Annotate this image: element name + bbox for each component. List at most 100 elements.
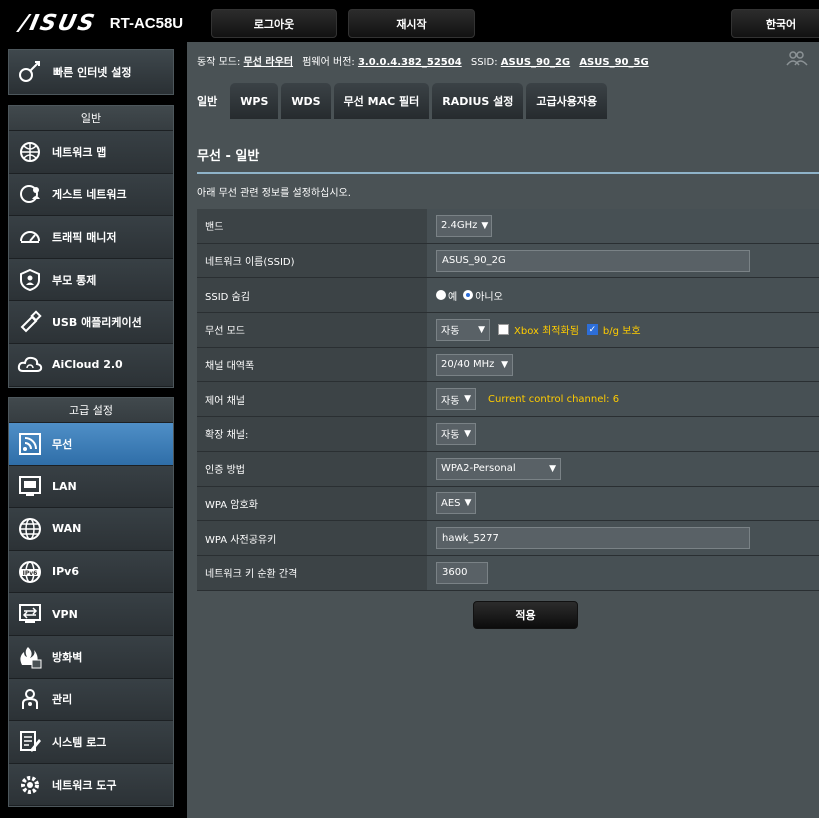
form-row-auth-method: 인증 방법 WPA2-Personal ▼: [197, 451, 819, 487]
sidebar-item-vpn[interactable]: VPN: [9, 593, 173, 636]
sidebar-item-guest-network[interactable]: 게스트 네트워크: [9, 173, 173, 217]
auth-method-value: WPA2-Personal: [441, 463, 516, 475]
usb-application-icon: [17, 309, 43, 335]
tab-radius[interactable]: RADIUS 설정: [432, 83, 524, 119]
extension-channel-value: 자동: [441, 430, 460, 442]
wpa-psk-input[interactable]: hawk_5277: [436, 527, 750, 550]
sidebar-item-aicloud[interactable]: AiCloud 2.0: [9, 343, 173, 387]
sidebar-item-network-tools[interactable]: 네트워크 도구: [9, 763, 173, 807]
xbox-label: Xbox 최적화됨: [514, 326, 579, 338]
auth-method-select[interactable]: WPA2-Personal ▼: [436, 457, 561, 480]
vpn-icon: [17, 601, 43, 627]
mode-value-link[interactable]: 무선 라우터: [244, 57, 293, 68]
control-channel-select[interactable]: 자동 ▼: [436, 388, 476, 411]
quick-setup-icon: [17, 58, 43, 87]
key-rotation-input[interactable]: 3600: [436, 561, 488, 584]
form-row-control-channel: 제어 채널 자동 ▼ Current control channel: 6: [197, 382, 819, 418]
sidebar-item-traffic-manager[interactable]: 트래픽 매니저: [9, 216, 173, 259]
tab-bar: 일반 WPS WDS 무선 MAC 필터 RADIUS 설정 고급사용자용: [187, 83, 610, 119]
logout-button[interactable]: 로그아웃: [211, 9, 337, 38]
xbox-optimized-checkbox[interactable]: Xbox 최적화됨: [498, 322, 579, 337]
bandwidth-label: 채널 대역폭: [197, 347, 427, 382]
sidebar-item-label: 게스트 네트워크: [52, 188, 127, 202]
bandwidth-value: 20/40 MHz: [441, 359, 495, 371]
sidebar-item-firewall[interactable]: 방화벽: [9, 635, 173, 679]
brand-logo: /ISUS RT-AC58U: [17, 11, 183, 36]
aicloud-icon: [17, 352, 43, 378]
ssid-input[interactable]: ASUS_90_2G: [436, 249, 750, 272]
sidebar-item-label: IPv6: [52, 565, 79, 579]
firmware-value-link[interactable]: 3.0.0.4.382_52504: [358, 57, 462, 68]
ssid-field-label: 네트워크 이름(SSID): [197, 243, 427, 278]
ssid-2g-link[interactable]: ASUS_90_2G: [501, 57, 570, 68]
lan-icon: [17, 473, 43, 499]
extension-channel-select[interactable]: 자동 ▼: [436, 422, 476, 445]
hide-ssid-no-radio[interactable]: 아니오: [463, 288, 503, 303]
sidebar-item-wan[interactable]: WAN: [9, 508, 173, 551]
ipv6-icon: IPv6: [17, 559, 43, 585]
wireless-general-form: 밴드 2.4GHz ▼ 네트워크 이름(SSID) ASUS_90_2G SSID…: [197, 209, 819, 591]
sidebar-item-parental-control[interactable]: 부모 통제: [9, 258, 173, 302]
bandwidth-select[interactable]: 20/40 MHz ▼: [436, 353, 513, 376]
sidebar-item-label: AiCloud 2.0: [52, 358, 123, 372]
wireless-icon: [17, 431, 43, 457]
wpa-encryption-label: WPA 암호화: [197, 486, 427, 521]
sidebar-item-label: VPN: [52, 607, 78, 621]
page-description: 아래 무선 관련 정보를 설정하십시오.: [197, 188, 351, 199]
reboot-button[interactable]: 재시작: [348, 9, 475, 38]
tab-mac-filter[interactable]: 무선 MAC 필터: [333, 83, 430, 119]
sidebar-item-label: USB 애플리케이션: [52, 316, 142, 330]
parental-control-icon: [17, 267, 43, 293]
sidebar-item-label: LAN: [52, 479, 77, 493]
tab-wds[interactable]: WDS: [281, 83, 331, 119]
ssid-5g-link[interactable]: ASUS_90_5G: [579, 57, 648, 68]
bg-protection-checkbox[interactable]: ✓ b/g 보호: [586, 322, 641, 337]
clients-icon[interactable]: [786, 50, 808, 70]
tab-professional[interactable]: 고급사용자용: [526, 83, 608, 119]
form-row-wpa-psk: WPA 사전공유키 hawk_5277: [197, 521, 819, 556]
wireless-mode-label: 무선 모드: [197, 313, 427, 347]
band-label: 밴드: [197, 209, 427, 243]
hide-ssid-yes-radio[interactable]: 예: [436, 288, 457, 303]
sidebar-item-wireless[interactable]: 무선: [9, 423, 173, 466]
sidebar-item-label: 네트워크 도구: [52, 778, 117, 792]
ssid-label: SSID:: [470, 57, 498, 68]
radio-dot: [436, 290, 446, 301]
general-heading: 일반: [9, 106, 173, 131]
guest-network-icon: [17, 181, 43, 207]
chevron-down-icon: ▼: [481, 220, 489, 231]
sidebar-item-label: 무선: [52, 437, 73, 451]
language-button[interactable]: 한국어: [731, 9, 819, 38]
firmware-label: 펌웨어 버전:: [302, 57, 355, 68]
tab-general[interactable]: 일반: [187, 83, 228, 119]
sidebar-general-group: 일반 네트워크 맵 게스트 네트워크 트래픽 매니저 부모 통제 USB 애플리…: [8, 105, 174, 388]
sidebar-item-label: 부모 통제: [52, 273, 97, 287]
tab-wps[interactable]: WPS: [230, 83, 279, 119]
sidebar-advanced-group: 고급 설정 무선 LAN WAN IPv6 IPv6 VPN 방화벽 관리 시스…: [8, 397, 174, 808]
sidebar-item-administration[interactable]: 관리: [9, 678, 173, 722]
status-bar: 동작 모드: 무선 라우터 펌웨어 버전: 3.0.0.4.382_52504 …: [197, 53, 655, 68]
sidebar-item-usb-application[interactable]: USB 애플리케이션: [9, 301, 173, 344]
hide-yes-label: 예: [448, 291, 458, 303]
sidebar-item-label: 시스템 로그: [52, 735, 107, 749]
band-value: 2.4GHz: [441, 220, 478, 232]
sidebar-item-ipv6[interactable]: IPv6 IPv6: [9, 550, 173, 594]
sidebar-item-label: 트래픽 매니저: [52, 230, 117, 244]
sidebar-item-network-map[interactable]: 네트워크 맵: [9, 131, 173, 174]
quick-internet-setup[interactable]: 빠른 인터넷 설정: [8, 49, 174, 95]
wpa-encryption-select[interactable]: AES ▼: [436, 492, 476, 515]
auth-method-label: 인증 방법: [197, 451, 427, 486]
page-title: 무선 - 일반: [197, 149, 260, 164]
form-row-bandwidth: 채널 대역폭 20/40 MHz ▼: [197, 347, 819, 383]
chevron-down-icon: ▼: [464, 394, 471, 405]
quick-setup-label: 빠른 인터넷 설정: [53, 66, 132, 79]
system-log-icon: [17, 729, 43, 755]
apply-button[interactable]: 적용: [473, 601, 578, 629]
band-select[interactable]: 2.4GHz ▼: [436, 214, 492, 237]
wireless-mode-select[interactable]: 자동 ▼: [436, 318, 490, 341]
sidebar-item-lan[interactable]: LAN: [9, 465, 173, 509]
wpa-encryption-value: AES: [441, 497, 461, 509]
current-channel-hint: Current control channel: 6: [488, 393, 620, 405]
form-row-wireless-mode: 무선 모드 자동 ▼ Xbox 최적화됨 ✓ b/g 보호: [197, 313, 819, 348]
sidebar-item-system-log[interactable]: 시스템 로그: [9, 721, 173, 764]
